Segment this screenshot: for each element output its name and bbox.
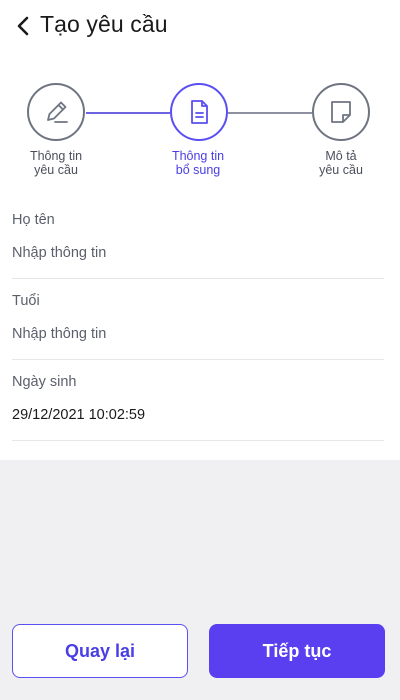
pencil-icon (47, 101, 68, 123)
info-form: Họ tên Nhập thông tin Tuổi Nhập thông ti… (12, 198, 384, 441)
age-label: Tuổi (12, 293, 40, 309)
app-header: Tạo yêu cầu (0, 0, 400, 52)
step-1-label: Thông tin yêu cầu (29, 149, 83, 177)
step-connector-2 (228, 112, 312, 114)
step-2-circle[interactable] (170, 83, 228, 141)
step-3-circle[interactable] (312, 83, 370, 141)
document-icon (191, 100, 208, 124)
step-1-circle[interactable] (27, 83, 85, 141)
step-connector-1 (86, 112, 170, 114)
page-title: Tạo yêu cầu (40, 11, 168, 37)
birthdate-field: Ngày sinh 29/12/2021 10:02:59 (12, 360, 384, 441)
age-input[interactable]: Nhập thông tin (12, 326, 106, 342)
birthdate-label: Ngày sinh (12, 374, 77, 390)
note-icon (331, 101, 351, 123)
back-step-button[interactable]: Quay lại (12, 624, 188, 678)
age-field: Tuổi Nhập thông tin (12, 279, 384, 360)
name-label: Họ tên (12, 212, 55, 228)
step-3-label: Mô tả yêu cầu (319, 149, 363, 177)
step-2-label: Thông tin bổ sung (171, 149, 225, 177)
continue-button[interactable]: Tiếp tục (209, 624, 385, 678)
back-button[interactable] (12, 14, 34, 38)
name-input[interactable]: Nhập thông tin (12, 245, 106, 261)
name-field: Họ tên Nhập thông tin (12, 198, 384, 279)
progress-stepper: Thông tin yêu cầu Thông tin bổ sung Mô t… (0, 80, 400, 180)
chevron-left-icon (17, 16, 29, 36)
birthdate-input[interactable]: 29/12/2021 10:02:59 (12, 407, 145, 423)
